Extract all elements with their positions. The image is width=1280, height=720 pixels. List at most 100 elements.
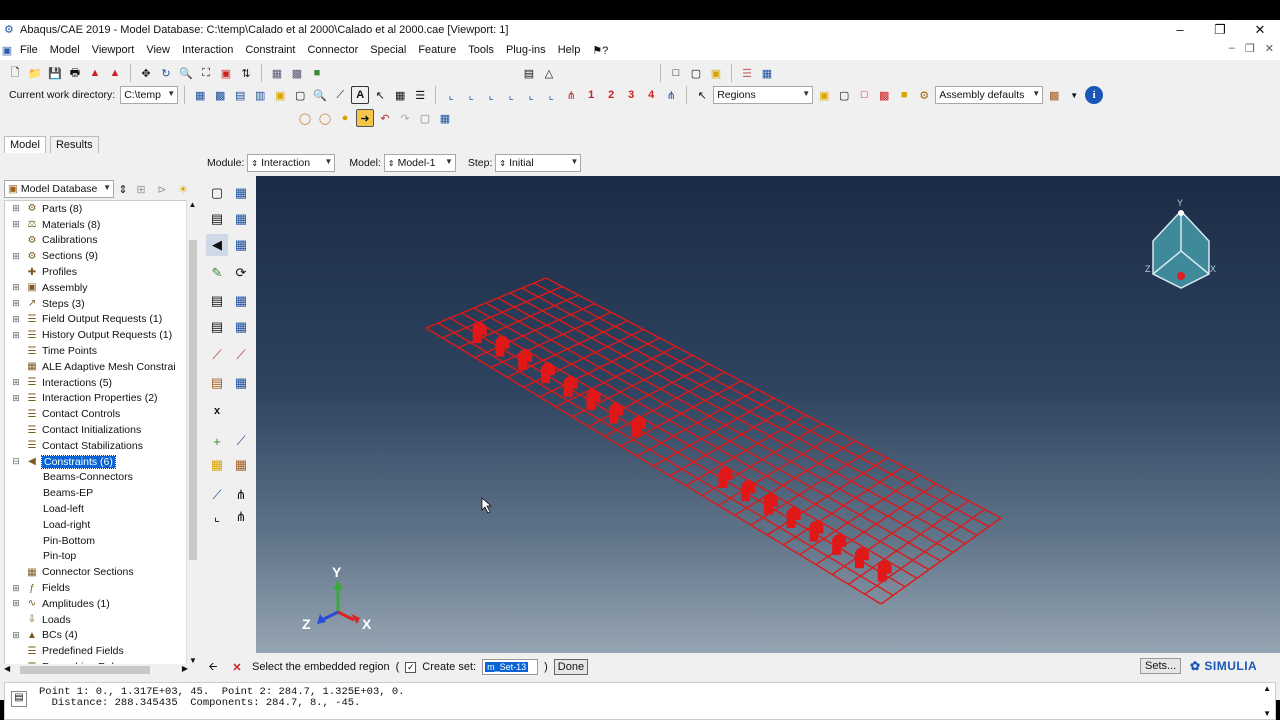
tree-item[interactable]: ⊞ ▲ BCs (4)	[5, 628, 187, 644]
expand-toggle-icon[interactable]: ⊞	[11, 330, 21, 341]
render-shaded-icon[interactable]: ■	[308, 64, 326, 82]
close-icon[interactable]: ✕	[1240, 20, 1280, 40]
new-file-icon[interactable]: 🗋	[6, 64, 24, 82]
special-icon[interactable]: ▤	[206, 372, 228, 394]
module-combo[interactable]: ⇕ Interaction ▼	[247, 154, 336, 172]
tile-horizontal-icon[interactable]: ▤	[231, 86, 249, 104]
tree-item[interactable]: ☰ Contact Initializations	[5, 422, 187, 438]
tree-item[interactable]: ▦ Connector Sections	[5, 564, 187, 580]
tile-icon[interactable]: ▩	[211, 86, 229, 104]
selection-1-button[interactable]: 1	[582, 86, 600, 104]
menu-interaction[interactable]: Interaction	[176, 44, 239, 56]
step-combo[interactable]: ⇕ Initial ▼	[495, 154, 582, 172]
message-scroll-up-icon[interactable]: ▲	[1263, 684, 1271, 693]
tree-item[interactable]: ⊞ ⚙ Sections (9)	[5, 248, 187, 264]
expand-toggle-icon[interactable]: ⊞	[11, 282, 21, 293]
render-hidden-icon[interactable]: ▩	[288, 64, 306, 82]
assign-manager-icon[interactable]: ⟋	[230, 344, 252, 366]
scroll-right-icon[interactable]: ▶	[182, 664, 188, 673]
tree-item[interactable]: ☰ Time Points	[5, 343, 187, 359]
menu-model[interactable]: Model	[44, 44, 86, 56]
create-wire-icon[interactable]: ▤	[206, 290, 228, 312]
redo-icon[interactable]: ↷	[396, 109, 414, 127]
grid-icon[interactable]: ▦	[758, 64, 776, 82]
tree-item[interactable]: ⊞ ▣ Assembly	[5, 280, 187, 296]
tree-item[interactable]: ☰ Contact Stabilizations	[5, 438, 187, 454]
sets-button[interactable]: Sets...	[1140, 658, 1182, 674]
property-manager-icon[interactable]: ▦	[230, 208, 252, 230]
regions-combo[interactable]: Regions ▼	[713, 86, 814, 104]
tree-item[interactable]: Pin-top	[5, 549, 187, 565]
expand-toggle-icon[interactable]: ⊞	[11, 393, 21, 404]
triad-tool-icon[interactable]: ⋔	[230, 484, 252, 506]
sort-updown-icon[interactable]: ⇕	[117, 180, 129, 198]
auto-fit-icon[interactable]: ▣	[217, 64, 235, 82]
tree-item[interactable]: Beams-Connectors	[5, 470, 187, 486]
create-connector-icon[interactable]: ✎	[206, 262, 228, 284]
boolean-union-icon[interactable]: ◯	[296, 109, 314, 127]
view-front-icon[interactable]: ▢	[687, 64, 705, 82]
menu-help[interactable]: Help	[552, 44, 587, 56]
select-intersect-icon[interactable]: ▩	[875, 86, 893, 104]
selection-triad-icon[interactable]: ⋔	[662, 86, 680, 104]
reference-point-icon[interactable]: x	[206, 400, 228, 422]
datum-csys-icon[interactable]: ⌞	[442, 86, 460, 104]
query-tool-icon[interactable]: ➜	[356, 109, 374, 127]
tree-item[interactable]: ⊞ ⚖ Materials (8)	[5, 217, 187, 233]
menu-constraint[interactable]: Constraint	[239, 44, 301, 56]
datum-grid-icon[interactable]: ▦	[230, 454, 252, 476]
csys-tool2-icon[interactable]: ⋔	[230, 506, 252, 528]
tree-item[interactable]: ⊞ ƒ Fields	[5, 580, 187, 596]
tree-item[interactable]: ☰ Contact Controls	[5, 406, 187, 422]
create-set-checkbox[interactable]: ✓	[405, 661, 417, 673]
tree-item[interactable]: Load-left	[5, 501, 187, 517]
datum-csys2-icon[interactable]: ⌞	[462, 86, 480, 104]
display-group-icon[interactable]: ▩	[1045, 86, 1063, 104]
filter-icon[interactable]: ⊳	[153, 180, 171, 198]
prompt-cancel-icon[interactable]: ✕	[228, 658, 246, 676]
tab-results[interactable]: Results	[49, 136, 99, 153]
select-solid-icon[interactable]: ■	[895, 86, 913, 104]
tree-item[interactable]: ⚙ Calibrations	[5, 233, 187, 249]
expand-toggle-icon[interactable]: ⊞	[11, 598, 21, 609]
triad-icon[interactable]: ⋔	[562, 86, 580, 104]
tree-item[interactable]: ⊞ ∿ Amplitudes (1)	[5, 596, 187, 612]
prompt-back-icon[interactable]: 🡨	[204, 658, 222, 676]
menu-viewport[interactable]: Viewport	[86, 44, 141, 56]
scroll-up-icon[interactable]: ▲	[187, 200, 198, 209]
tree-item[interactable]: ⊞ ☰ Interaction Properties (2)	[5, 391, 187, 407]
csys-tool-icon[interactable]: ⌞	[206, 506, 228, 528]
render-wireframe-icon[interactable]: ▦	[268, 64, 286, 82]
tree-item[interactable]: Pin-Bottom	[5, 533, 187, 549]
grid-view-icon[interactable]: ▦	[436, 109, 454, 127]
menu-tools[interactable]: Tools	[462, 44, 500, 56]
mdi-restore-icon[interactable]: ❐	[1245, 42, 1255, 55]
work-dir-combo[interactable]: C:\temp ▼	[120, 86, 179, 104]
tree-item[interactable]: ⊞ ↗ Steps (3)	[5, 296, 187, 312]
rotate-icon[interactable]: ↻	[157, 64, 175, 82]
tree-vertical-scrollbar[interactable]: ▲ ▼	[186, 200, 198, 665]
selection-2-button[interactable]: 2	[602, 86, 620, 104]
tree-item[interactable]: ⊞ ☰ Interactions (5)	[5, 375, 187, 391]
menu-view[interactable]: View	[140, 44, 176, 56]
annotation-icon[interactable]: ▢	[291, 86, 309, 104]
create-interaction-icon[interactable]: ▢	[206, 182, 228, 204]
undo-icon[interactable]: ↶	[376, 109, 394, 127]
expand-toggle-icon[interactable]: ⊞	[11, 630, 21, 641]
view-box-icon[interactable]: ▣	[707, 64, 725, 82]
datum-plane-icon[interactable]: ▦	[206, 454, 228, 476]
save-icon[interactable]: 💾	[46, 64, 64, 82]
cycle-views-icon[interactable]: ⇅	[237, 64, 255, 82]
tree-item[interactable]: Load-right	[5, 517, 187, 533]
line-icon[interactable]: ⟋	[331, 86, 349, 104]
model-combo[interactable]: ⇕ Model-1 ▼	[383, 154, 456, 172]
partition-icon[interactable]: ⟋	[206, 484, 228, 506]
boolean-cut-icon[interactable]: ◯	[316, 109, 334, 127]
tile-vertical-icon[interactable]: ▥	[251, 86, 269, 104]
model-database-combo[interactable]: ▣ Model Database ▼	[4, 180, 114, 198]
mdi-close-icon[interactable]: ✕	[1265, 42, 1274, 55]
datum-axis-icon[interactable]: ⟋	[230, 430, 252, 452]
measure-icon[interactable]: △	[540, 64, 558, 82]
special-manager-icon[interactable]: ▦	[230, 372, 252, 394]
display-group-dropdown-icon[interactable]: ▼	[1065, 86, 1083, 104]
